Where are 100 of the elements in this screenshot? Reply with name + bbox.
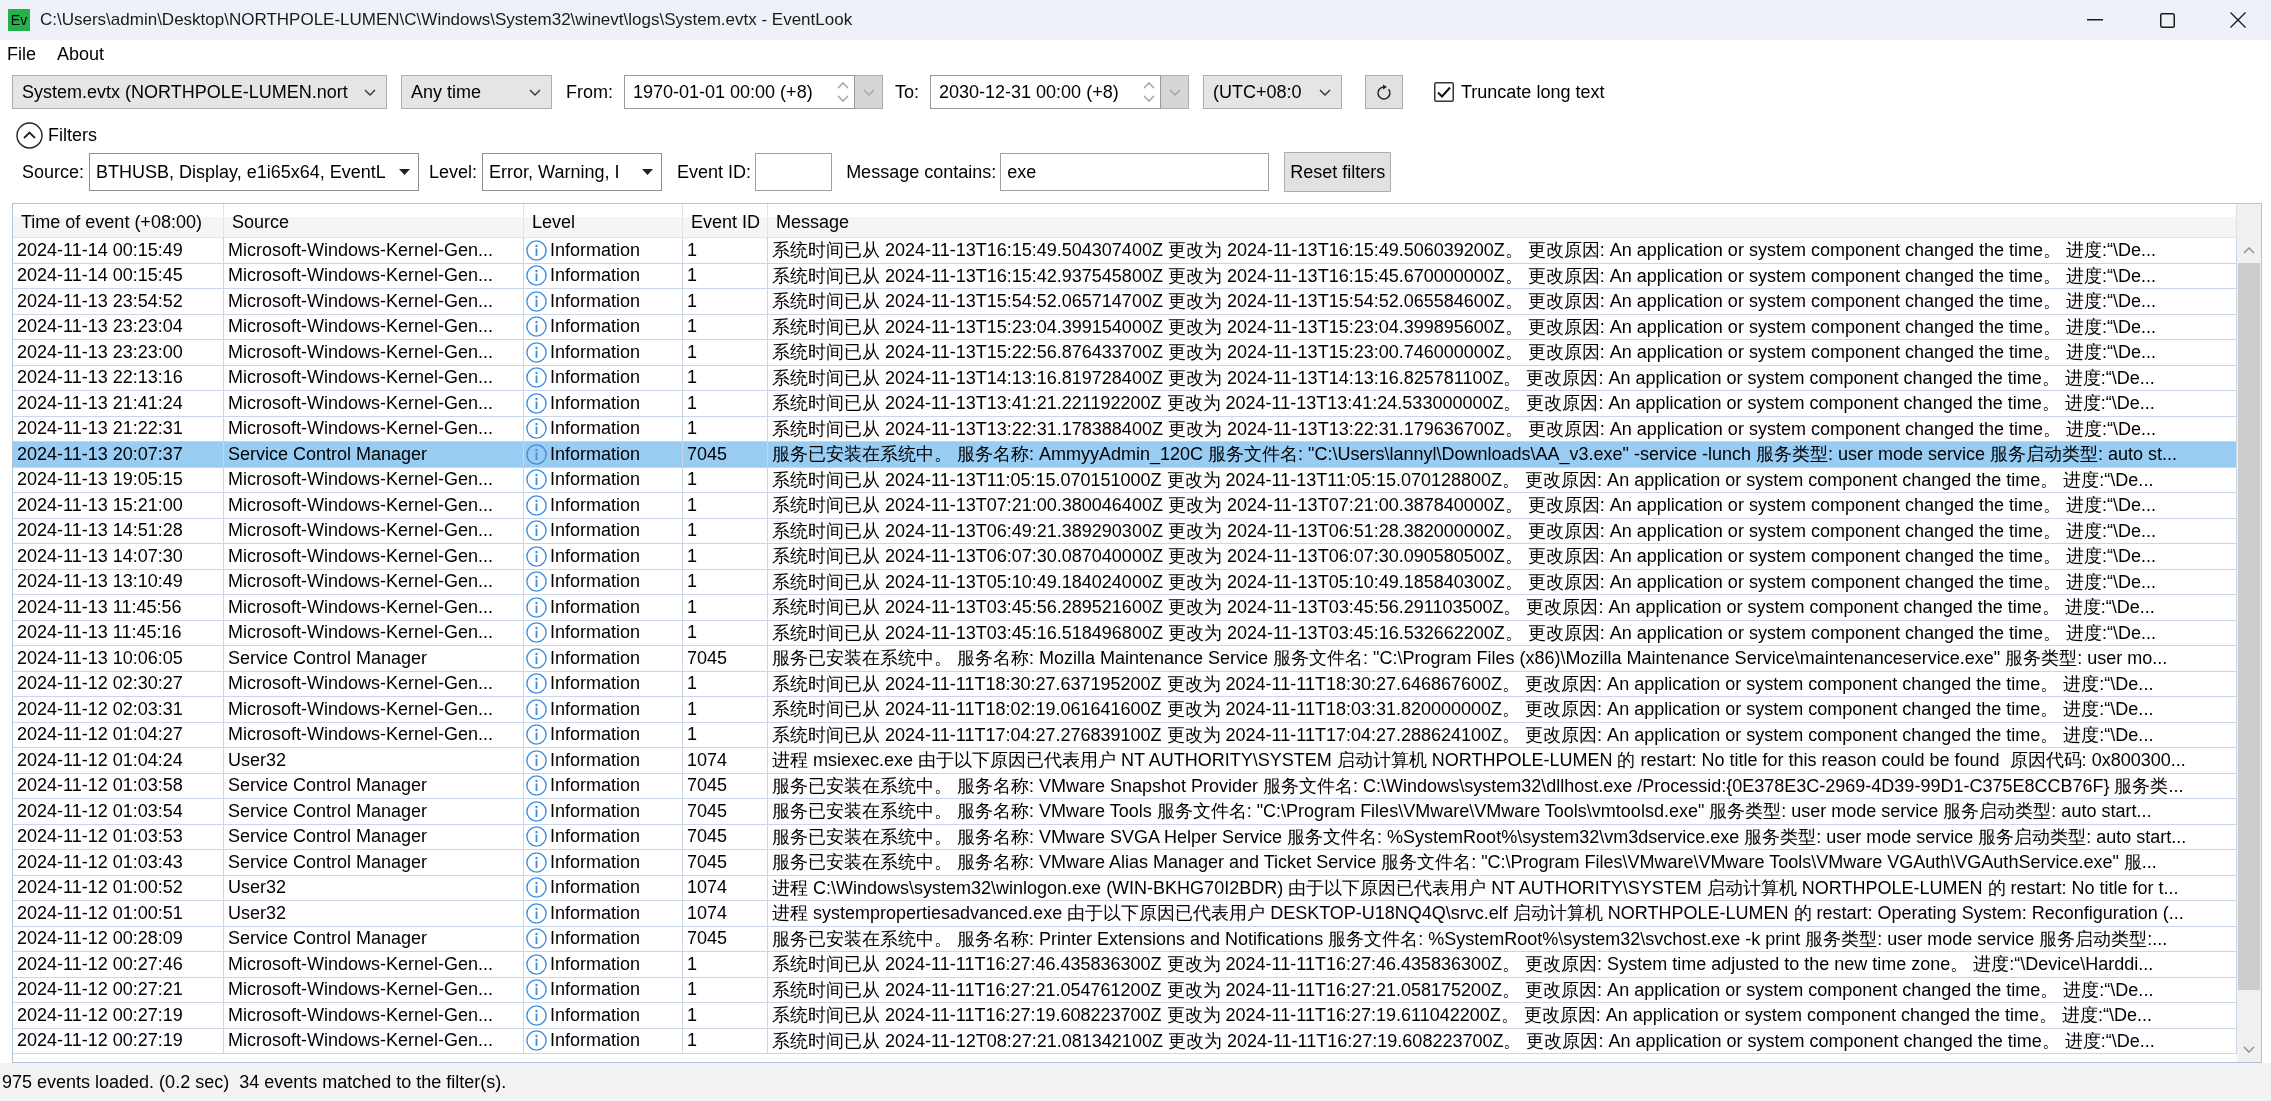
table-row[interactable]: 2024-11-12 01:03:58 Service Control Manager Information 7045 服务已安装在系统中。 服务名称: VMware Snapshot Provider 服务文件名: C:\Windows\system32\dllhost.exe /Processid:{0E378E3C-2969-4D39-99D1-C375E8CCB76F} 服务类... [13, 773, 2237, 799]
table-row[interactable] [13, 289, 2237, 315]
message-field[interactable]: exe [1000, 153, 1270, 191]
log-file-dropdown[interactable]: System.evtx (NORTHPOLE-LUMEN.nort [12, 75, 387, 109]
table-row[interactable] [13, 1028, 2237, 1054]
info-icon [526, 367, 547, 389]
filters-toggle[interactable]: Filters [16, 122, 97, 149]
spin-down-icon[interactable] [1143, 95, 1155, 102]
timezone-dropdown[interactable]: (UTC+08:0 [1203, 75, 1342, 109]
level-text: Information [550, 1004, 641, 1026]
table-row[interactable]: 2024-11-12 01:03:53 Service Control Manager Information 7045 服务已安装在系统中。 服务名称: VMware SVGA Helper Service 服务文件名: %SystemRoot%\system32\vm3dservice.exe 服务类型: user mode service 服务启动类型: auto start... [13, 824, 2237, 850]
column-header[interactable]: Level [524, 204, 683, 238]
source-cell: Microsoft-Windows-Kernel-Gen... [224, 314, 524, 339]
scroll-down-icon[interactable] [2243, 1046, 2255, 1053]
time-cell: 2024-11-13 19:05:15 [13, 467, 224, 492]
level-text: Information [550, 494, 641, 516]
maximize-icon [2159, 12, 2175, 28]
refresh-button[interactable] [1365, 75, 1403, 109]
time-cell: 2024-11-13 23:23:00 [13, 340, 224, 365]
level-text: Information [550, 724, 641, 746]
source-cell: Microsoft-Windows-Kernel-Gen... [224, 671, 524, 696]
table-row[interactable] [13, 569, 2237, 595]
table-row[interactable] [13, 722, 2237, 748]
column-header[interactable]: Time of event (+08:00) [13, 204, 224, 238]
to-date-field[interactable]: 2030-12-31 00:00 (+8) [930, 75, 1161, 109]
table-row[interactable]: 2024-11-12 00:28:09 Service Control Manager Information 7045 服务已安装在系统中。 服务名称: Printer Extensions and Notifications 服务文件名: %SystemRoot%\system32\svchost.exe -k print 服务类型: user mode service 服务启动类型:... [13, 926, 2237, 952]
info-icon [526, 928, 547, 950]
level-label: Level: [429, 161, 478, 183]
table-row[interactable]: 2024-11-12 01:00:51 User32 Information 1074 进程 systempropertiesadvanced.exe 由于以下原因已代表用户 DESKTOP-U18NQ4Q\srvc.elf 启动计算机 NORTHPOLE-LUMEN 的 restart: Operating System: Reconfiguration (... [13, 901, 2237, 927]
info-icon [526, 1030, 547, 1052]
table-row[interactable] [13, 314, 2237, 340]
level-dropdown[interactable]: Error, Warning, I [482, 153, 663, 191]
spin-down-icon[interactable] [837, 95, 849, 102]
time-range-dropdown[interactable]: Any time [401, 75, 552, 109]
table-row[interactable] [13, 238, 2237, 264]
table-row[interactable] [13, 365, 2237, 391]
scrollbar-thumb[interactable] [2238, 263, 2260, 990]
table-row[interactable] [13, 391, 2237, 417]
table-row[interactable] [13, 595, 2237, 621]
event-id-cell: 1 [683, 697, 768, 722]
event-id-cell: 1 [683, 977, 768, 1002]
table-row[interactable]: 2024-11-13 20:07:37 Service Control Manager Information 7045 服务已安装在系统中。 服务名称: AmmyyAdmin_120C 服务文件名: "C:\Users\lannyl\Downloads\AA_v3.exe" -service -lunch 服务类型: user mode service 服务启动类型: auto st... [13, 442, 2237, 468]
time-cell: 2024-11-13 21:22:31 [13, 416, 224, 441]
table-row[interactable] [13, 697, 2237, 723]
column-header[interactable]: Source [224, 204, 524, 238]
table-row[interactable]: 2024-11-12 01:00:52 User32 Information 1074 进程 C:\Windows\system32\winlogon.exe (WIN-BKHG70I2BDR) 由于以下原因已代表用户 NT AUTHORITY\SYSTEM 启动计算机 NORTHPOLE-LUMEN 的 restart: No title for t... [13, 875, 2237, 901]
column-header[interactable]: Message [768, 204, 2237, 238]
column-header[interactable]: Event ID [683, 204, 768, 238]
time-cell: 2024-11-14 00:15:49 [13, 238, 224, 263]
time-cell: 2024-11-13 10:06:05 [13, 646, 224, 671]
table-row[interactable] [13, 340, 2237, 366]
vertical-scrollbar[interactable] [2237, 204, 2261, 1062]
menu-item[interactable]: About [57, 43, 105, 65]
table-row[interactable]: 2024-11-12 01:04:24 User32 Information 1074 进程 msiexec.exe 由于以下原因已代表用户 NT AUTHORITY\SYSTEM 启动计算机 NORTHPOLE-LUMEN 的 restart: No title for this reason could be found 原因代码: 0x800300... [13, 748, 2237, 774]
minimize-icon [2087, 19, 2103, 21]
info-icon [526, 902, 547, 924]
info-icon [526, 877, 547, 899]
checkbox[interactable] [1434, 82, 1454, 102]
event-id-cell: 1 [683, 595, 768, 620]
scroll-up-icon[interactable] [2243, 247, 2255, 254]
table-row[interactable]: 2024-11-12 01:03:43 Service Control Manager Information 7045 服务已安装在系统中。 服务名称: VMware Alias Manager and Ticket Service 服务文件名: "C:\Program Files\VMware\VMware Tools\VMware VGAuth\VGAuthService.exe" 服... [13, 850, 2237, 876]
table-row[interactable]: 2024-11-12 01:03:54 Service Control Manager Information 7045 服务已安装在系统中。 服务名称: VMware Tools 服务文件名: "C:\Program Files\VMware\VMware Tools\vmtoolsd.exe" 服务类型: user mode service 服务启动类型: auto start... [13, 799, 2237, 825]
table-row[interactable] [13, 952, 2237, 978]
source-dropdown[interactable]: BTHUSB, Display, e1i65x64, EventL [89, 153, 420, 191]
time-cell: 2024-11-13 13:10:49 [13, 569, 224, 594]
source-cell: Service Control Manager [224, 824, 524, 849]
table-row[interactable] [13, 646, 2237, 672]
time-cell: 2024-11-12 02:03:31 [13, 697, 224, 722]
time-cell: 2024-11-12 01:03:53 [13, 824, 224, 849]
table-row[interactable] [13, 544, 2237, 570]
level-text: Information [550, 826, 641, 848]
spin-up-icon[interactable] [837, 82, 849, 89]
level-text: Information [550, 979, 641, 1001]
table-row[interactable] [13, 977, 2237, 1003]
table-row[interactable] [13, 671, 2237, 697]
from-date-field[interactable]: 1970-01-01 00:00 (+8) [624, 75, 855, 109]
spin-up-icon[interactable] [1143, 82, 1155, 89]
info-icon [526, 545, 547, 567]
reset-filters-button[interactable]: Reset filters [1284, 152, 1392, 192]
level-text: Information [550, 902, 641, 924]
table-row[interactable] [13, 467, 2237, 493]
table-row[interactable] [13, 620, 2237, 646]
table-row[interactable] [13, 263, 2237, 289]
menu-item[interactable]: File [7, 43, 36, 65]
event-id-cell: 1 [683, 289, 768, 314]
time-cell: 2024-11-12 00:28:09 [13, 926, 224, 951]
level-text: Information [550, 443, 641, 465]
event-id-field[interactable] [755, 153, 833, 191]
info-icon [526, 316, 547, 338]
event-id-cell: 7045 [683, 442, 768, 467]
table-row[interactable] [13, 1003, 2237, 1029]
level-text: Information [550, 1030, 641, 1052]
truncate-label[interactable]: Truncate long text [1461, 81, 1605, 103]
level-text: Information [550, 367, 641, 389]
source-cell: Microsoft-Windows-Kernel-Gen... [224, 1003, 524, 1028]
table-row[interactable] [13, 493, 2237, 519]
event-id-cell: 1 [683, 620, 768, 645]
event-id-cell: 7045 [683, 773, 768, 798]
info-icon [526, 571, 547, 593]
table-row[interactable] [13, 518, 2237, 544]
